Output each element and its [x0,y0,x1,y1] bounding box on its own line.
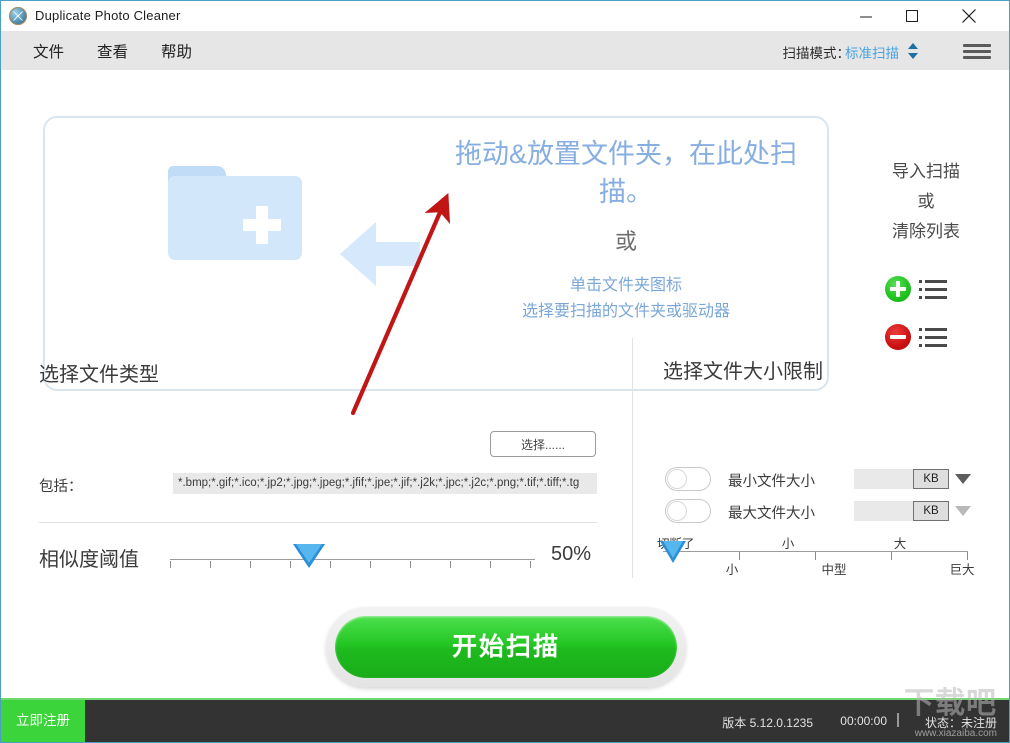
similarity-tick [370,561,371,568]
min-file-size-toggle[interactable] [665,467,711,491]
include-label: 包括： [39,479,83,495]
file-size-section-title: 选择文件大小限制 [663,361,823,383]
menu-item-view[interactable]: 查看 [97,40,128,62]
similarity-value: 50% [551,543,592,565]
min-file-size-unit[interactable]: KB [913,469,949,489]
max-file-size-toggle[interactable] [665,499,711,523]
extensions-field[interactable]: *.bmp;*.gif;*.ico;*.jp2;*.jpg;*.jpeg;*.j… [173,473,597,494]
size-bottom-label-small: 小 [725,563,739,577]
application-window: Duplicate Photo Cleaner 文件 查看 帮助 扫描模式： 标… [0,0,1010,743]
clear-list-button[interactable] [885,324,947,350]
similarity-tick [170,561,171,568]
menu-item-help[interactable]: 帮助 [161,40,192,62]
panel-divider [632,338,633,578]
size-top-label-large: 大 [893,537,907,551]
status-bar: 立即注册 版本 5.12.0.1235 00:00:00 状态：未注册 [1,698,1009,742]
dropzone-title: 拖动&放置文件夹，在此处扫描。 [454,139,797,207]
start-scan-button-label: 开始扫描 [335,616,677,678]
min-file-size-label: 最小文件大小 [728,474,815,490]
window-title: Duplicate Photo Cleaner [35,8,181,23]
dropzone-subtext: 单击文件夹图标 选择要扫描的文件夹或驱动器 [411,273,841,325]
elapsed-time-label: 00:00:00 [840,714,887,728]
similarity-tick [410,561,411,568]
close-icon [962,9,976,23]
import-or-label: 或 [917,192,935,211]
status-label: 状态：未注册 [924,716,997,730]
maximize-icon [906,10,918,22]
similarity-tick [490,561,491,568]
choose-file-types-button[interactable]: 选择...... [490,431,596,457]
scan-mode-label: 扫描模式： [782,46,851,61]
import-panel-text: 导入扫描 或 清除列表 [856,157,996,247]
size-top-label-small: 小 [781,537,795,551]
import-list-button[interactable] [885,276,947,302]
folder-add-icon[interactable] [168,166,302,260]
dropzone-or: 或 [614,229,637,254]
register-now-button[interactable]: 立即注册 [1,700,85,742]
clear-list-label: 清除列表 [892,222,960,241]
start-scan-button[interactable]: 开始扫描 [326,607,686,687]
similarity-tick [450,561,451,568]
menu-bar: 文件 查看 帮助 扫描模式： 标准扫描 [1,31,1009,71]
hamburger-menu-icon[interactable] [963,44,991,59]
size-bottom-label-huge: 巨大 [949,563,975,577]
minimize-button[interactable] [843,1,889,31]
similarity-tick [530,561,531,568]
close-button[interactable] [943,1,995,31]
list-add-icon[interactable] [919,280,947,299]
dropzone-subtext-line2: 选择要扫描的文件夹或驱动器 [521,303,730,320]
max-file-size-unit[interactable]: KB [913,501,949,521]
file-type-section-title: 选择文件类型 [39,364,159,386]
similarity-slider-thumb[interactable] [293,544,325,568]
file-size-slider-thumb[interactable] [660,541,686,563]
menu-item-file[interactable]: 文件 [33,40,64,62]
minus-circle-icon[interactable] [885,324,911,350]
size-bottom-label-medium: 中型 [821,563,847,577]
updown-arrows-icon[interactable] [907,43,919,59]
app-logo-icon [9,7,27,25]
similarity-tick [250,561,251,568]
arrow-left-icon [340,222,420,286]
similarity-tick [210,561,211,568]
max-file-size-label: 最大文件大小 [728,506,815,522]
max-unit-dropdown-icon[interactable] [955,506,971,516]
plus-circle-icon[interactable] [885,276,911,302]
title-bar: Duplicate Photo Cleaner [1,1,1009,31]
drop-zone[interactable]: 拖动&放置文件夹，在此处扫描。 或 单击文件夹图标 选择要扫描的文件夹或驱动器 [43,116,829,391]
status-separator [897,713,899,727]
similarity-threshold-label: 相似度阈值 [39,549,139,571]
similarity-tick [330,561,331,568]
size-tick [891,552,892,560]
similarity-slider-track[interactable] [170,559,535,560]
version-label: 版本 5.12.0.1235 [722,716,813,730]
scan-button-wrapper: 开始扫描 [326,607,686,687]
min-unit-dropdown-icon[interactable] [955,474,971,484]
list-remove-icon[interactable] [919,328,947,347]
minimize-icon [860,16,872,18]
import-scan-label: 导入扫描 [892,162,960,181]
similarity-tick [290,561,291,568]
maximize-button[interactable] [889,1,935,31]
settings-divider [39,522,597,523]
main-content: 拖动&放置文件夹，在此处扫描。 或 单击文件夹图标 选择要扫描的文件夹或驱动器 … [1,70,1009,701]
dropzone-subtext-line1: 单击文件夹图标 [569,277,682,294]
scan-mode-value[interactable]: 标准扫描 [845,42,899,62]
